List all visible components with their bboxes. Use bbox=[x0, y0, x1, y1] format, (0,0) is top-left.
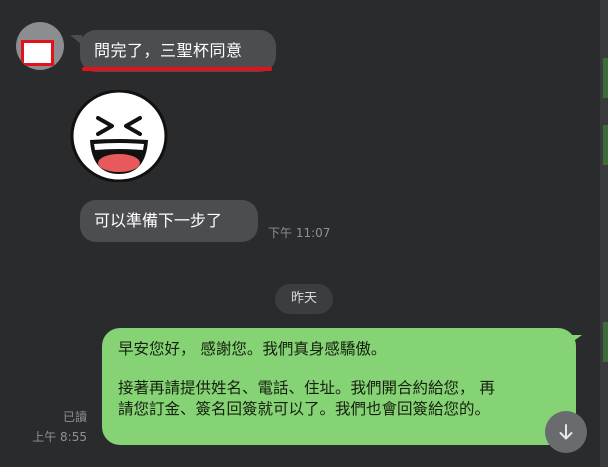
red-underline-annotation bbox=[82, 67, 272, 71]
arrow-down-icon bbox=[559, 424, 573, 440]
avatar-redaction-box bbox=[21, 40, 54, 66]
panel-marker bbox=[603, 322, 608, 362]
message-timestamp: 下午 11:07 bbox=[268, 226, 331, 240]
incoming-message-bubble[interactable]: 問完了，三聖杯同意 bbox=[80, 30, 276, 72]
scroll-to-bottom-button[interactable] bbox=[545, 411, 587, 453]
laughing-face-sticker[interactable] bbox=[70, 89, 168, 186]
sender-avatar[interactable] bbox=[16, 22, 64, 70]
incoming-message-bubble[interactable]: 可以準備下一步了 bbox=[80, 200, 258, 242]
message-text: 問完了，三聖杯同意 bbox=[94, 41, 243, 60]
side-panel-edge bbox=[600, 0, 608, 467]
bubble-tail bbox=[568, 335, 582, 345]
chat-message-area: 問完了，三聖杯同意 可以準備下一步了 下午 11:07 昨天 已讀 上午 8:5… bbox=[0, 0, 600, 467]
panel-marker bbox=[603, 125, 608, 165]
read-receipt: 已讀 bbox=[62, 410, 87, 424]
message-text: 可以準備下一步了 bbox=[94, 211, 223, 230]
panel-marker bbox=[603, 58, 608, 98]
sticker-icon bbox=[70, 89, 168, 183]
message-text-line: 早安您好， 感謝您。我們真身感驕傲。 bbox=[118, 340, 387, 358]
message-timestamp: 上午 8:55 bbox=[32, 430, 87, 444]
message-text-line: 請您訂金、簽名回簽就可以了。我們也會回簽給您的。 bbox=[118, 400, 491, 418]
date-separator: 昨天 bbox=[275, 284, 333, 314]
outgoing-message-bubble[interactable]: 早安您好， 感謝您。我們真身感驕傲。 接著再請提供姓名、電話、住址。我們開合約給… bbox=[102, 328, 576, 445]
message-text-line: 接著再請提供姓名、電話、住址。我們開合約給您， 再 bbox=[118, 379, 495, 397]
